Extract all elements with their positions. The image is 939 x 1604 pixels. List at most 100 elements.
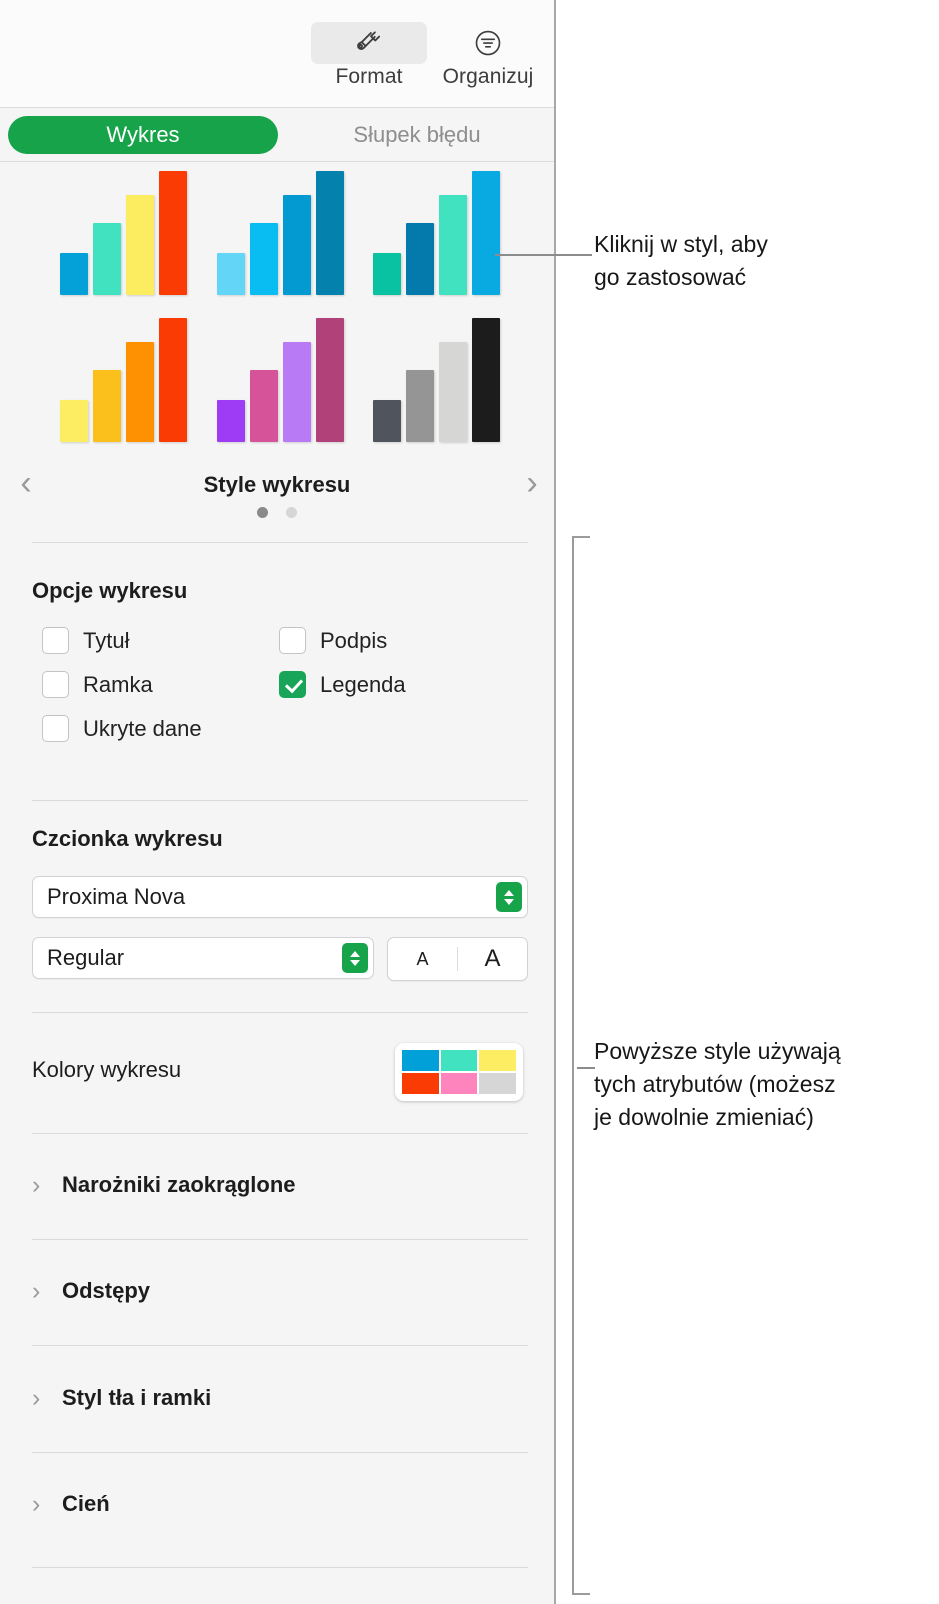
checkbox-label-legenda: Legenda (320, 671, 406, 697)
checkbox-label-ramka: Ramka (83, 671, 153, 697)
checkbox-row-legenda[interactable]: Legenda (279, 671, 406, 698)
callout-bracket-attributes (572, 536, 590, 1595)
decrease-font-size-button[interactable]: A (388, 938, 457, 980)
chevron-right-icon: › (32, 1383, 41, 1412)
section-rounded-corners[interactable]: › Narożniki zaokrąglone (32, 1172, 296, 1198)
chart-style-thumbnail-2[interactable] (213, 170, 348, 295)
checkbox-ukryte-dane[interactable] (42, 715, 69, 742)
checkbox-label-ukryte-dane: Ukryte dane (83, 715, 202, 741)
thumbnail-bar (249, 370, 278, 442)
checkbox-row-tytul[interactable]: Tytuł (42, 627, 129, 654)
thumbnail-bar (282, 342, 311, 442)
divider-4 (32, 1133, 528, 1134)
checkbox-ramka[interactable] (42, 671, 69, 698)
checkbox-row-podpis[interactable]: Podpis (279, 627, 387, 654)
thumbnail-bar (315, 318, 344, 442)
font-family-select[interactable]: Proxima Nova (32, 876, 528, 918)
style-thumbnail-row (56, 317, 504, 442)
chart-styles-carousel: ‹ › Style wykresu (0, 162, 554, 542)
checkbox-label-tytul: Tytuł (83, 627, 130, 653)
callout-text-styles: Kliknij w styl, aby go zastosować (594, 231, 768, 290)
style-thumbnail-grid (56, 170, 504, 464)
section-background-border[interactable]: › Styl tła i ramki (32, 1385, 211, 1411)
font-style-select[interactable]: Regular (32, 937, 374, 979)
format-inspector-panel: Format Organizuj Wykres Słupek błędu ‹ ›… (0, 0, 556, 1604)
callout-leader-attributes (577, 1067, 595, 1069)
font-family-stepper-icon[interactable] (496, 882, 522, 912)
divider-2 (32, 800, 528, 801)
chevron-right-icon: › (32, 1489, 41, 1518)
divider-6 (32, 1345, 528, 1346)
chevron-right-icon: › (32, 1276, 41, 1305)
tab-error-bar[interactable]: Słupek błędu (286, 116, 548, 154)
section-spacing-label: Odstępy (62, 1278, 151, 1303)
divider-8 (32, 1567, 528, 1568)
checkbox-label-podpis: Podpis (320, 627, 388, 653)
thumbnail-bar (125, 195, 154, 295)
callout-leader-styles (495, 254, 592, 256)
chart-colors-label: Kolory wykresu (32, 1057, 182, 1082)
section-background-border-label: Styl tła i ramki (62, 1385, 212, 1410)
checkbox-row-ukryte-dane[interactable]: Ukryte dane (42, 715, 202, 742)
chart-style-thumbnail-6[interactable] (369, 317, 504, 442)
thumbnail-bar (472, 318, 501, 442)
thumbnail-bar (216, 400, 245, 442)
organize-button-label: Organizuj (442, 65, 534, 88)
thumbnail-bar (315, 171, 344, 295)
thumbnail-bar (249, 223, 278, 295)
swatch-color-6 (479, 1073, 516, 1094)
chevron-right-icon: › (32, 1170, 41, 1199)
chart-font-title: Czcionka wykresu (32, 826, 223, 851)
increase-font-size-button[interactable]: A (458, 938, 527, 980)
font-style-stepper-icon[interactable] (342, 943, 368, 973)
thumbnail-bar (406, 223, 435, 295)
checkbox-tytul[interactable] (42, 627, 69, 654)
section-rounded-corners-label: Narożniki zaokrąglone (62, 1172, 296, 1197)
thumbnail-bar (439, 195, 468, 295)
carousel-dot-2[interactable] (286, 507, 297, 518)
style-thumbnail-row (56, 170, 504, 295)
chart-style-thumbnail-3[interactable] (369, 170, 504, 295)
thumbnail-bar (158, 318, 187, 442)
checkbox-row-ramka[interactable]: Ramka (42, 671, 153, 698)
swatch-color-5 (440, 1073, 478, 1094)
callout-text-attributes: Powyższe style używają tych atrybutów (m… (594, 1038, 841, 1130)
inspector-toolbar: Format Organizuj (0, 0, 554, 108)
thumbnail-bar (282, 195, 311, 295)
divider-1 (32, 542, 528, 543)
divider-7 (32, 1452, 528, 1453)
chart-colors-swatch[interactable] (395, 1043, 523, 1101)
format-button[interactable]: Format (311, 22, 427, 89)
carousel-page-dots[interactable] (0, 507, 554, 518)
chart-style-thumbnail-1[interactable] (56, 170, 191, 295)
font-size-buttons[interactable]: A A (387, 937, 528, 981)
chart-style-thumbnail-5[interactable] (213, 317, 348, 442)
swatch-color-2 (440, 1050, 478, 1071)
chart-styles-label: Style wykresu (203, 472, 351, 497)
thumbnail-bar (216, 253, 245, 295)
carousel-dot-1[interactable] (257, 507, 268, 518)
checkbox-podpis[interactable] (279, 627, 306, 654)
thumbnail-bar (158, 171, 187, 295)
thumbnail-bar (373, 253, 402, 295)
chart-style-thumbnail-4[interactable] (56, 317, 191, 442)
tab-chart[interactable]: Wykres (8, 116, 278, 154)
font-style-value: Regular (47, 945, 125, 970)
organize-button[interactable]: Organizuj (430, 22, 546, 89)
inspector-tabs: Wykres Słupek błędu (0, 108, 554, 162)
divider-5 (32, 1239, 528, 1240)
chart-options-title: Opcje wykresu (32, 578, 188, 603)
checkbox-legenda[interactable] (279, 671, 306, 698)
align-circle-icon (430, 22, 546, 64)
thumbnail-bar (439, 342, 468, 442)
thumbnail-bar (373, 400, 402, 442)
section-shadow[interactable]: › Cień (32, 1491, 110, 1517)
thumbnail-bar (125, 342, 154, 442)
thumbnail-bar (92, 370, 121, 442)
thumbnail-bar (59, 253, 88, 295)
swatch-color-3 (479, 1050, 516, 1071)
font-family-value: Proxima Nova (47, 884, 186, 909)
thumbnail-bar (406, 370, 435, 442)
section-spacing[interactable]: › Odstępy (32, 1278, 150, 1304)
thumbnail-bar (92, 223, 121, 295)
